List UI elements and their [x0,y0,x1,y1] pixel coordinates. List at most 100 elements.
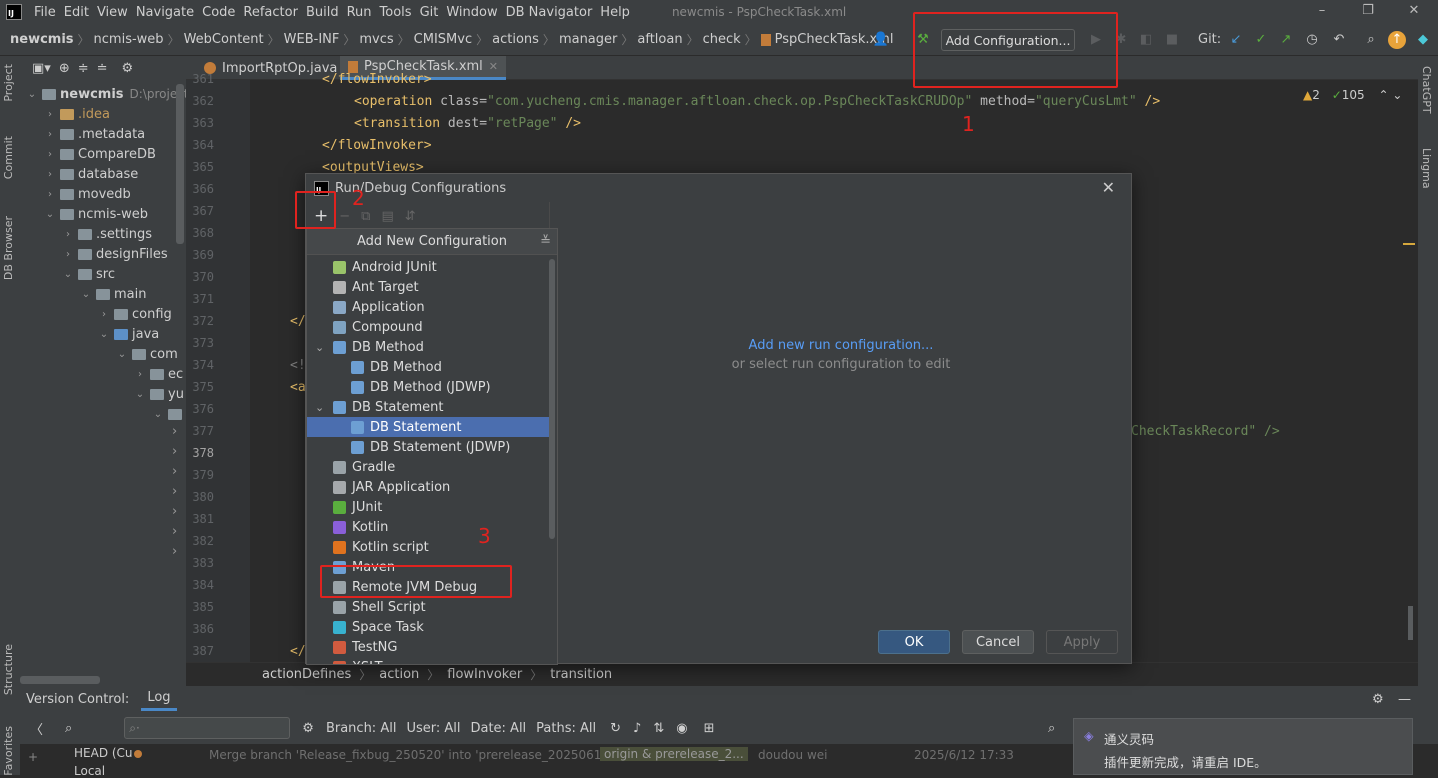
rollback-icon[interactable]: ↶ [1330,31,1348,49]
menu-refactor[interactable]: Refactor [239,5,302,20]
apply-button[interactable]: Apply [1046,630,1118,654]
chevron-right-icon[interactable]: › [62,229,74,240]
popup-scrollbar[interactable] [549,259,555,539]
chevron-down-icon[interactable]: ⌄ [315,341,324,354]
filter-icon[interactable]: ≚ [540,234,551,249]
expand-all-icon[interactable]: ≑ [78,61,89,76]
tree-hscrollbar[interactable] [20,676,100,684]
chevron-right-icon[interactable]: › [172,444,177,459]
chevron-right-icon[interactable]: › [44,169,56,180]
tab-commit[interactable]: Commit [2,136,15,179]
close-tab-icon[interactable]: ✕ [489,60,498,73]
tree-item[interactable]: › ec [134,364,183,384]
config-type-item[interactable]: DB Statement (JDWP) [307,437,555,457]
locate-icon[interactable]: ⊕ [59,61,70,76]
crumb-dir[interactable]: WEB-INF [280,32,344,47]
paths-filter[interactable]: Paths: All [536,721,596,736]
gear-icon[interactable]: ⚙ [302,721,314,736]
tree-item[interactable]: › .settings [62,224,152,244]
tab-structure[interactable]: Structure [2,644,15,695]
crumb-module[interactable]: ncmis-web [90,32,168,47]
minimize-icon[interactable]: – [1312,3,1332,18]
chevron-down-icon[interactable]: ⌄ [62,269,74,280]
crumb-dir[interactable]: manager [555,32,621,47]
menu-file[interactable]: File [30,5,60,20]
cherry-pick-icon[interactable]: ♪ [633,721,641,736]
hide-panel-icon[interactable]: — [1398,692,1411,707]
config-type-item[interactable]: Kotlin [307,517,555,537]
chevron-down-icon[interactable]: ⌄ [26,89,38,100]
update-icon[interactable]: ↑ [1388,31,1406,49]
config-type-item[interactable]: Gradle [307,457,555,477]
chevron-right-icon[interactable]: › [134,369,146,380]
ok-button[interactable]: OK [878,630,950,654]
crumb-dir[interactable]: CMISMvc [410,32,476,47]
coverage-icon[interactable]: ◧ [1137,31,1155,49]
config-type-item[interactable]: Ant Target [307,277,555,297]
crumb-dir[interactable]: check [699,32,745,47]
config-type-item[interactable]: ⌄ DB Method [307,337,555,357]
config-type-item[interactable]: Application [307,297,555,317]
panel-view-icon[interactable]: ▣▾ [32,61,51,76]
log-filter-input[interactable]: ⌕· [124,717,291,739]
tab-project[interactable]: Project [2,64,15,102]
gear-icon[interactable]: ⚙ [122,61,134,76]
commit-message[interactable]: Merge branch 'Release_fixbug_250520' int… [209,748,612,762]
cancel-button[interactable]: Cancel [962,630,1034,654]
chevron-right-icon[interactable]: › [172,504,177,519]
tree-item[interactable]: › .metadata [44,124,145,144]
tab-favorites[interactable]: Favorites [2,726,15,776]
chevron-right-icon[interactable]: › [172,424,177,439]
chevron-right-icon[interactable]: › [98,309,110,320]
sort-icon[interactable]: ⇅ [653,721,664,736]
user-icon[interactable]: 👤 [872,31,890,49]
menu-db-navigator[interactable]: DB Navigator [502,5,597,20]
config-type-item[interactable]: ⌄ DB Statement [307,397,555,417]
search-icon[interactable]: ⌕ [1362,31,1380,49]
menu-window[interactable]: Window [442,5,501,20]
crumb-dir[interactable]: mvcs [355,32,397,47]
tree-item[interactable]: › config [98,304,172,324]
refresh-icon[interactable]: ↻ [610,721,621,736]
crumb-dir[interactable]: actions [488,32,543,47]
chevron-down-icon[interactable]: ⌄ [44,209,56,220]
folder-icon[interactable]: ▤ [381,209,393,224]
xml-crumb[interactable]: flowInvoker [447,667,522,682]
user-filter[interactable]: User: All [406,721,460,736]
crumb-dir[interactable]: WebContent [180,32,268,47]
stop-icon[interactable]: ■ [1163,31,1181,49]
tree-item[interactable]: ⌄ yu [134,384,184,404]
config-type-item[interactable]: JAR Application [307,477,555,497]
tab-chatgpt[interactable]: ChatGPT [1420,66,1433,114]
copy-icon[interactable]: ⧉ [361,209,370,224]
warning-marker[interactable] [1403,243,1415,245]
chevron-right-icon[interactable]: › [172,544,177,559]
branch-row[interactable]: HEAD (Cu [74,746,133,760]
chevron-down-icon[interactable]: ⌄ [134,389,146,400]
search-icon[interactable]: ⌕ [1048,721,1055,736]
tree-item[interactable]: ⌄ com [116,344,178,364]
chevron-down-icon[interactable]: ⌄ [116,349,128,360]
config-type-item[interactable]: DB Method [307,357,555,377]
chevron-right-icon[interactable]: › [44,129,56,140]
new-tab-icon[interactable]: ⊞ [704,721,715,736]
crumb-project[interactable]: newcmis [0,32,78,47]
close-icon[interactable]: ✕ [1102,178,1115,197]
add-icon[interactable]: + [28,750,38,764]
tree-item[interactable]: ⌄ src [62,264,115,284]
inspection-widget[interactable]: ▲2 ✓105 ⌃ ⌄ [1303,88,1402,102]
config-type-item[interactable]: Kotlin script [307,537,555,557]
search-icon[interactable]: ⌕ [65,721,72,736]
history-icon[interactable]: ◷ [1303,31,1321,49]
tree-item[interactable]: ⌄ main [80,284,147,304]
eye-icon[interactable]: ◉ [676,721,687,736]
xml-crumb[interactable]: action [379,667,419,682]
notification-popup[interactable]: ◈ 通义灵码 插件更新完成，请重启 IDE。 [1073,718,1413,775]
add-new-config-link[interactable]: Add new run configuration... [556,338,1126,353]
xml-crumb[interactable]: transition [550,667,612,682]
config-type-item[interactable]: Compound [307,317,555,337]
branch-row[interactable]: Local [74,764,105,778]
menu-edit[interactable]: Edit [60,5,93,20]
tree-scrollbar[interactable] [176,84,184,244]
config-type-item[interactable]: Shell Script [307,597,555,617]
